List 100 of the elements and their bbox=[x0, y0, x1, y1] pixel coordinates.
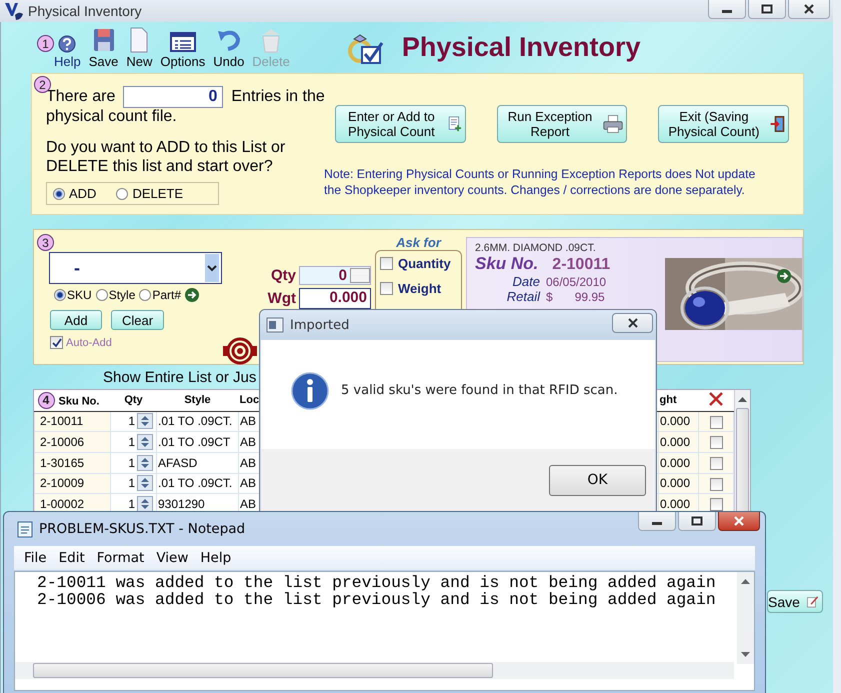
scrollbar[interactable] bbox=[15, 662, 734, 679]
action-button[interactable]: Enter or Add to Physical Count bbox=[335, 105, 466, 143]
menu-item[interactable]: Format bbox=[90, 550, 150, 566]
table-cell: 0.000 bbox=[660, 497, 690, 512]
step-badge: 4 bbox=[38, 392, 54, 409]
ring-checkbox-icon bbox=[348, 32, 384, 64]
list-window-icon bbox=[170, 31, 196, 53]
row-checkbox[interactable] bbox=[710, 416, 722, 428]
spinner-arrows-icon[interactable] bbox=[137, 496, 153, 512]
spinner-arrows-icon[interactable] bbox=[137, 413, 153, 430]
step-badge: 1 bbox=[37, 35, 54, 52]
maximize-icon bbox=[691, 516, 703, 526]
menu-item[interactable]: View bbox=[150, 550, 194, 566]
menu-item[interactable]: Edit bbox=[52, 550, 91, 566]
retail-label: Retail bbox=[506, 289, 540, 304]
go-arrow-icon[interactable] bbox=[185, 288, 200, 302]
table-cell: 1 bbox=[128, 497, 135, 512]
action-button[interactable]: Run Exception Report bbox=[497, 105, 627, 143]
close-icon bbox=[803, 4, 815, 14]
date-value: 06/05/2010 bbox=[546, 275, 606, 289]
close-button[interactable] bbox=[788, 0, 830, 19]
spinner-arrows-icon[interactable] bbox=[137, 454, 153, 471]
weight-field[interactable]: 0.000 bbox=[299, 288, 371, 309]
table-cell: AFASD bbox=[158, 456, 198, 470]
sku-combobox[interactable]: - bbox=[49, 252, 222, 284]
row-checkbox[interactable] bbox=[710, 456, 722, 470]
table-cell: 0.000 bbox=[660, 456, 690, 470]
save-button[interactable]: Save bbox=[767, 590, 823, 613]
form-button[interactable]: Add bbox=[50, 310, 102, 330]
qty-spinner[interactable]: 0 bbox=[299, 266, 371, 285]
table-cell: 1-30165 bbox=[40, 456, 84, 470]
sku-value: 2-10011 bbox=[552, 256, 610, 274]
sku-label: Sku No. bbox=[475, 254, 538, 274]
toolbar-button[interactable]: Save bbox=[86, 27, 120, 69]
row-checkbox[interactable] bbox=[710, 498, 722, 512]
table-cell: 1-00002 bbox=[40, 497, 84, 512]
row-checkbox[interactable] bbox=[710, 478, 722, 491]
list-caption: Show Entire List or Jus bbox=[103, 369, 256, 386]
blank-page-icon bbox=[129, 27, 150, 53]
form-button[interactable]: Clear bbox=[111, 310, 164, 330]
toolbar-button[interactable]: Options bbox=[158, 31, 208, 69]
ok-button[interactable]: OK bbox=[549, 464, 646, 496]
spinner-arrows-icon[interactable] bbox=[137, 434, 153, 450]
next-arrow-icon[interactable] bbox=[777, 269, 791, 283]
spinner-arrows-icon[interactable] bbox=[137, 475, 153, 492]
date-label: Date bbox=[512, 274, 540, 289]
table-cell: .01 TO .09CT. bbox=[158, 414, 232, 428]
close-icon bbox=[626, 318, 638, 328]
table-cell: 9301290 bbox=[158, 497, 205, 512]
scrollbar[interactable] bbox=[737, 572, 754, 664]
table-cell: 1 bbox=[128, 414, 135, 428]
table-cell: .01 TO .09CT. bbox=[158, 476, 232, 490]
table-cell: 1 bbox=[128, 435, 135, 450]
close-button[interactable] bbox=[612, 313, 653, 333]
auto-add-checkbox[interactable]: Auto-Add bbox=[50, 336, 112, 349]
maximize-icon bbox=[761, 4, 773, 14]
toolbar-button[interactable]: New bbox=[124, 27, 154, 69]
page-heading: Physical Inventory bbox=[402, 32, 640, 63]
undo-arrow-icon bbox=[216, 29, 242, 53]
menu-item[interactable]: Help bbox=[194, 550, 238, 566]
row-checkbox[interactable] bbox=[710, 436, 722, 450]
table-cell: 0.000 bbox=[660, 414, 690, 428]
toolbar-button[interactable]: Undo bbox=[211, 29, 246, 69]
table-cell: AB bbox=[240, 476, 256, 490]
table-cell: 1 bbox=[128, 476, 135, 490]
radio-option[interactable]: ADD bbox=[53, 186, 96, 201]
text-line: 2-10006 was added to the list previously and is not being added again bbox=[37, 591, 716, 608]
retail-value: 99.95 bbox=[574, 290, 605, 304]
count-label: physical count file. bbox=[46, 108, 177, 126]
count-field[interactable]: 0 bbox=[123, 86, 224, 108]
minimize-button[interactable] bbox=[708, 0, 746, 19]
scroll-up-icon[interactable] bbox=[738, 396, 747, 402]
table-cell: AB bbox=[240, 456, 256, 470]
scroll-down-icon[interactable] bbox=[741, 652, 750, 658]
minimize-button[interactable] bbox=[638, 512, 676, 531]
printer-icon bbox=[602, 112, 623, 136]
count-label: Entries in the bbox=[231, 88, 325, 106]
close-button[interactable] bbox=[718, 512, 760, 531]
table-cell: 0.000 bbox=[660, 476, 690, 490]
column-header: Sku No. bbox=[58, 395, 100, 408]
scroll-up-icon[interactable] bbox=[741, 578, 750, 584]
delete-x-icon[interactable] bbox=[708, 390, 724, 407]
radio-option[interactable]: Part# bbox=[139, 288, 182, 302]
weight-label: Wgt bbox=[268, 290, 296, 307]
maximize-button[interactable] bbox=[748, 0, 786, 19]
radio-option[interactable]: DELETE bbox=[116, 186, 184, 201]
menu-item[interactable]: File bbox=[18, 550, 53, 566]
table-cell: AB bbox=[240, 435, 256, 450]
ask-for-title: Ask for bbox=[396, 235, 441, 250]
app-logo-icon bbox=[4, 1, 24, 21]
ask-checkbox[interactable]: Weight bbox=[380, 281, 461, 296]
question-text: Do you want to ADD to this List or DELETE this list and start over? bbox=[46, 138, 286, 176]
info-icon bbox=[291, 372, 329, 410]
action-button[interactable]: Exit (Saving Physical Count) bbox=[658, 105, 789, 143]
rfid-scanner-icon[interactable] bbox=[222, 336, 258, 366]
ask-checkbox[interactable]: Quantity bbox=[380, 256, 461, 271]
maximize-button[interactable] bbox=[678, 512, 716, 531]
radio-option[interactable]: Style bbox=[96, 288, 136, 302]
radio-option[interactable]: SKU bbox=[54, 288, 92, 302]
toolbar-button[interactable]: Help bbox=[52, 31, 83, 69]
